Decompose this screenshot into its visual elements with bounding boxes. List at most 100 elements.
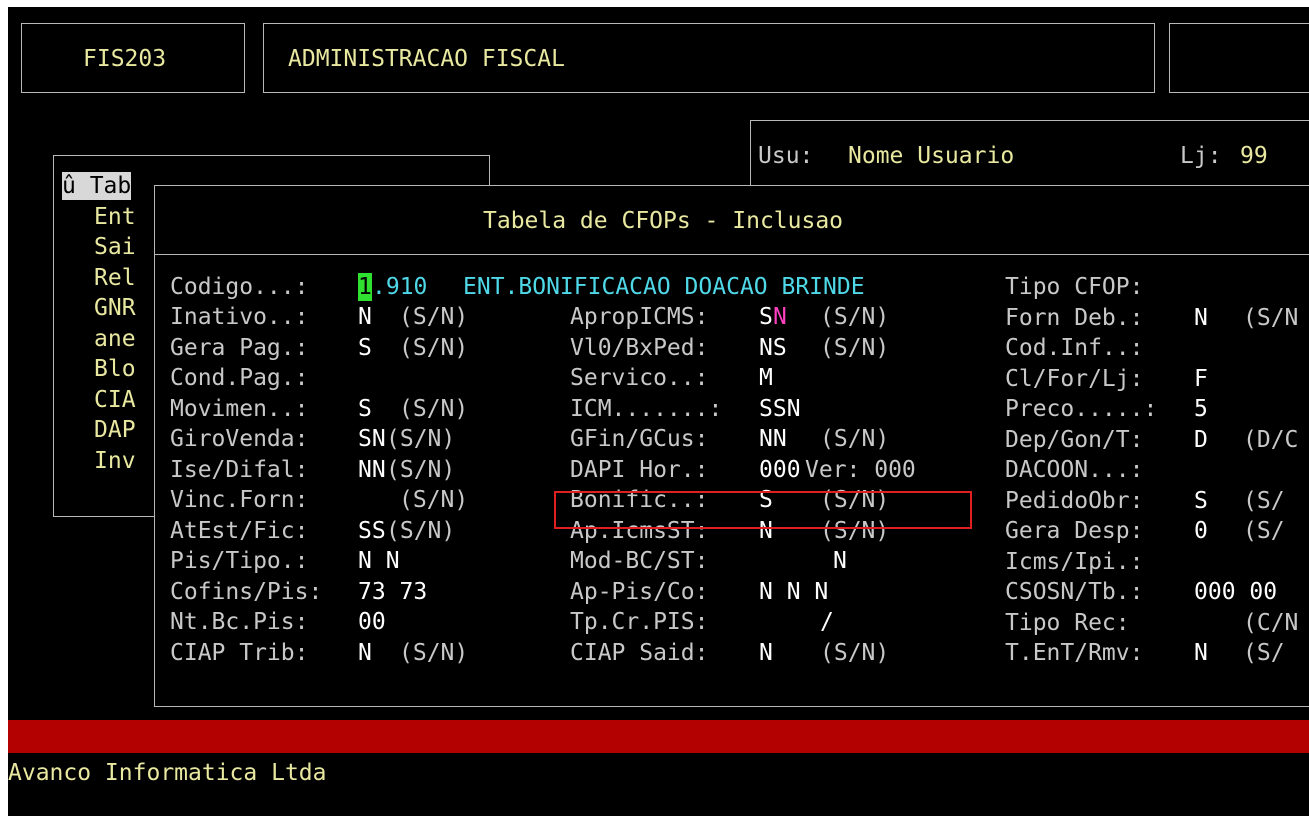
- field-label: ICM.......:: [570, 395, 723, 422]
- terminal-screen: FIS203 ADMINISTRACAO FISCAL Usu: Nome Us…: [8, 7, 1309, 816]
- bonific-highlight: [554, 491, 972, 529]
- field-label: CIAP Said:: [570, 639, 709, 666]
- field-value[interactable]: 000 00: [1194, 578, 1277, 606]
- field-value[interactable]: S: [1194, 487, 1208, 515]
- menu-item[interactable]: Sai: [94, 233, 136, 261]
- field-label: GFin/GCus:: [570, 426, 709, 452]
- field-label: Servico..:: [570, 365, 709, 391]
- field-value[interactable]: N: [1194, 304, 1208, 332]
- field-value[interactable]: SSN: [759, 395, 801, 423]
- field-label: Vl0/BxPed:: [570, 334, 709, 361]
- field-value[interactable]: /: [820, 608, 834, 636]
- field-hint: (S/: [1243, 518, 1285, 544]
- field-hint: (S/N): [399, 639, 469, 666]
- field-label: GiroVenda:: [170, 426, 309, 452]
- field-label: Tp.Cr.PIS:: [570, 609, 709, 635]
- field-value[interactable]: N: [759, 639, 773, 667]
- field-value[interactable]: SN: [358, 425, 386, 453]
- field-label: Gera Desp:: [1005, 518, 1144, 544]
- field-label: T.EnT/Rmv:: [1005, 640, 1144, 666]
- field-value[interactable]: 73 73: [358, 578, 427, 606]
- store-label: Lj:: [1180, 143, 1222, 169]
- user-label: Usu:: [758, 143, 814, 169]
- field-label: Vinc.Forn:: [170, 487, 309, 513]
- codigo-cursor[interactable]: 1: [358, 273, 372, 301]
- field-label: Cofins/Pis:: [170, 578, 323, 605]
- field-value[interactable]: S: [759, 303, 773, 331]
- field-value[interactable]: S: [358, 395, 372, 423]
- field-label: Cl/For/Lj:: [1005, 365, 1144, 392]
- field-value[interactable]: SS: [358, 517, 386, 545]
- field-label: DAPI Hor.:: [570, 456, 709, 483]
- field-value[interactable]: 5: [1194, 395, 1208, 423]
- field-value[interactable]: 0: [1194, 517, 1208, 545]
- field-label: AtEst/Fic:: [170, 517, 309, 544]
- codigo-label: Codigo...:: [170, 274, 309, 300]
- field-value[interactable]: N: [358, 639, 372, 667]
- field-label: DACOON...:: [1005, 457, 1144, 483]
- field-label: Forn Deb.:: [1005, 304, 1144, 331]
- field-hint: (S/N): [820, 304, 890, 330]
- field-label: Cod.Inf..:: [1005, 335, 1144, 361]
- menu-item[interactable]: Inv: [94, 447, 136, 475]
- field-value[interactable]: NN: [759, 425, 787, 453]
- field-hint: (S/N: [1243, 304, 1299, 331]
- field-value[interactable]: M: [759, 364, 773, 392]
- field-hint: (S/N): [399, 304, 469, 330]
- field-label: ApropICMS:: [570, 304, 709, 330]
- field-label: CIAP Trib:: [170, 639, 309, 666]
- field-value[interactable]: F: [1194, 365, 1208, 393]
- field-label: Ap-Pis/Co:: [570, 578, 709, 605]
- field-value[interactable]: D: [1194, 426, 1208, 454]
- menu-item[interactable]: ane: [94, 325, 136, 353]
- field-label: Gera Pag.:: [170, 334, 309, 361]
- field-label: Cond.Pag.:: [170, 365, 309, 391]
- field-value[interactable]: S: [358, 334, 372, 362]
- field-hint: (S/: [1243, 487, 1285, 514]
- field-label: Ise/Difal:: [170, 456, 309, 483]
- field-label: CSOSN/Tb.:: [1005, 579, 1144, 605]
- user-info-box: [750, 120, 1309, 189]
- field-hint: (S/N): [399, 334, 469, 361]
- menu-item[interactable]: CIA: [94, 386, 136, 414]
- menu-item[interactable]: Rel: [94, 264, 136, 292]
- field-hint: (S/N): [820, 334, 890, 361]
- codigo-description: ENT.BONIFICACAO DOACAO BRINDE: [463, 274, 865, 300]
- field-value[interactable]: 000: [759, 456, 801, 484]
- field-value[interactable]: N: [833, 547, 847, 575]
- field-value[interactable]: N: [358, 303, 372, 331]
- menu-item[interactable]: Blo: [94, 355, 136, 383]
- field-hint: (S/N): [399, 487, 469, 513]
- field-value[interactable]: 00: [358, 608, 386, 636]
- field-hint: (C/N: [1243, 609, 1299, 636]
- dialog-title: Tabela de CFOPs - Inclusao: [483, 208, 844, 234]
- field-label: Tipo Rec:: [1005, 609, 1130, 636]
- field-value[interactable]: N N: [358, 547, 400, 575]
- field-label: Tipo CFOP:: [1005, 274, 1144, 300]
- field-label: Preco.....:: [1005, 396, 1158, 422]
- field-hint: (S/N): [386, 517, 456, 544]
- field-hint: (S/N): [386, 456, 456, 483]
- field-value-secondary[interactable]: N: [773, 303, 787, 331]
- field-value[interactable]: N: [1194, 639, 1208, 667]
- field-value[interactable]: N N N: [759, 578, 828, 606]
- program-code: FIS203: [83, 46, 167, 72]
- field-hint: (S/N): [386, 426, 456, 452]
- field-value[interactable]: NS: [759, 334, 787, 362]
- menu-item[interactable]: û Tab: [62, 172, 132, 200]
- right-header-box: [1169, 23, 1309, 93]
- menu-item[interactable]: DAP: [94, 416, 136, 444]
- menu-item[interactable]: GNR: [94, 294, 136, 322]
- field-hint: (S/N): [820, 426, 890, 452]
- field-label: Movimen..:: [170, 395, 309, 422]
- field-label: Dep/Gon/T:: [1005, 426, 1144, 453]
- field-hint: (S/N): [820, 639, 890, 666]
- store-value: 99: [1240, 143, 1268, 169]
- menu-item[interactable]: Ent: [94, 203, 136, 231]
- user-name: Nome Usuario: [848, 143, 1015, 169]
- field-value[interactable]: NN: [358, 456, 386, 484]
- field-hint: (S/N): [399, 395, 469, 422]
- codigo-input[interactable]: .910: [372, 273, 427, 301]
- field-label: Pis/Tipo.:: [170, 548, 309, 574]
- field-hint: (D/C: [1243, 426, 1299, 453]
